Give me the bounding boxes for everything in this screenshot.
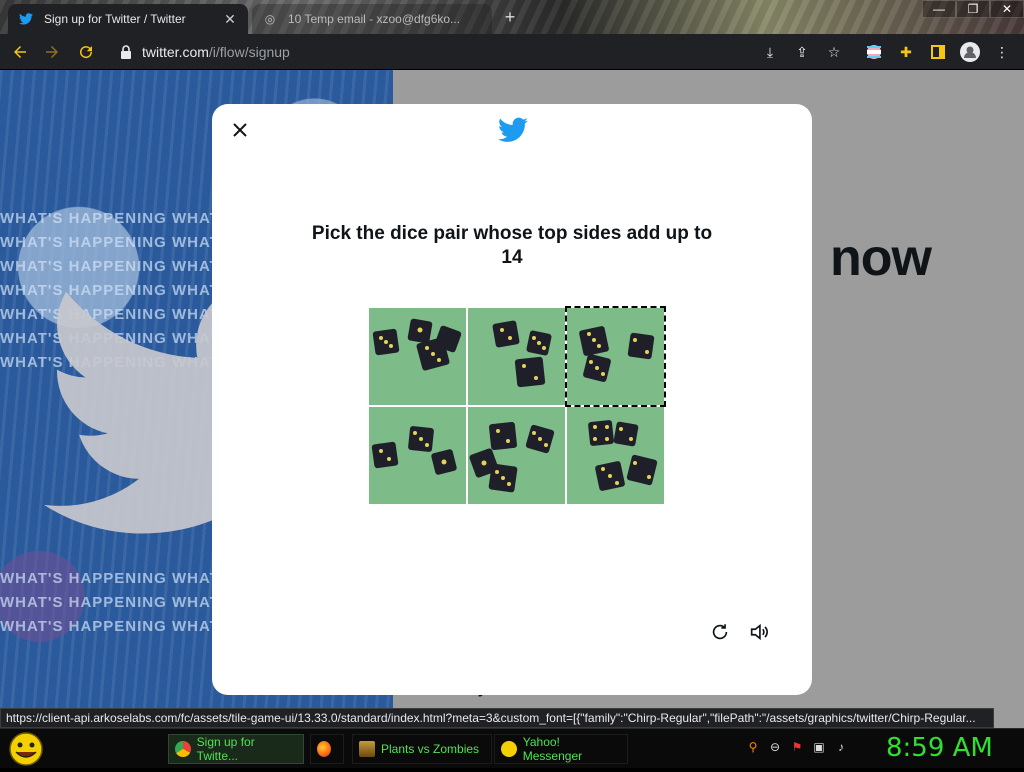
browser-toolbar: twitter.com/i/flow/signup ⤓ ⇪ ☆ ✚ ⋮ — [0, 34, 1024, 70]
twitter-favicon-icon — [18, 11, 34, 27]
profile-avatar-icon[interactable] — [960, 42, 980, 62]
puzzle-extensions-icon[interactable]: ✚ — [896, 42, 916, 62]
tab-temp-email[interactable]: ◎ 10 Temp email - xzoo@dfg6ko... — [252, 4, 492, 34]
captcha-prompt: Pick the dice pair whose top sides add u… — [311, 223, 713, 268]
yahoo-messenger-icon — [501, 741, 517, 757]
dice-image — [468, 308, 565, 405]
taskbar-item-yahoo-messenger[interactable]: Yahoo! Messenger — [494, 734, 628, 764]
firefox-icon — [317, 741, 331, 757]
captcha-audio-button[interactable] — [748, 621, 772, 645]
dice-tile-2[interactable] — [468, 308, 565, 405]
install-icon[interactable]: ⤓ — [760, 42, 780, 62]
url-text: twitter.com/i/flow/signup — [142, 44, 290, 60]
smiley-start-icon — [9, 732, 43, 766]
start-button[interactable] — [6, 731, 46, 767]
share-icon[interactable]: ⇪ — [792, 42, 812, 62]
taskbar-item-label: Plants vs Zombies — [381, 742, 480, 756]
extension-flag-icon[interactable] — [864, 42, 884, 62]
taskbar-item-firefox[interactable] — [310, 734, 344, 764]
reload-page-icon[interactable] — [74, 40, 98, 64]
close-window-button[interactable]: ✕ — [990, 0, 1024, 18]
dice-image — [369, 308, 466, 405]
kebab-menu-icon[interactable]: ⋮ — [992, 42, 1012, 62]
maximize-button[interactable]: ❐ — [956, 0, 990, 18]
close-icon — [233, 123, 247, 137]
dice-tile-5[interactable] — [468, 407, 565, 504]
bookmark-star-icon[interactable]: ☆ — [824, 42, 844, 62]
taskbar-item-chrome[interactable]: Sign up for Twitte... — [168, 734, 304, 764]
dice-image — [567, 308, 664, 405]
page-headline: now — [830, 229, 932, 287]
search-icon[interactable]: ⚲ — [745, 739, 761, 755]
tab-strip: Sign up for Twitter / Twitter ✕ ◎ 10 Tem… — [0, 0, 1024, 34]
address-bar[interactable]: twitter.com/i/flow/signup — [108, 38, 848, 66]
lock-icon — [121, 45, 131, 59]
url-host: twitter.com — [142, 44, 209, 60]
tab-title: 10 Temp email - xzoo@dfg6ko... — [288, 12, 461, 26]
new-tab-button[interactable]: + — [500, 7, 520, 27]
flag-icon[interactable]: ⚑ — [789, 739, 805, 755]
taskbar: Sign up for Twitte... Plants vs Zombies … — [0, 728, 1024, 768]
captcha-reload-button[interactable] — [709, 621, 733, 645]
window-controls: — ❐ ✕ — [922, 0, 1024, 18]
volume-icon[interactable]: ♪ — [833, 739, 849, 755]
dice-image — [468, 407, 565, 504]
speaker-icon — [750, 623, 768, 641]
dice-tile-1[interactable] — [369, 308, 466, 405]
dice-image — [369, 407, 466, 504]
system-tray: ⚲ ⊖ ⚑ ▣ ♪ — [745, 739, 849, 755]
taskbar-item-label: Sign up for Twitte... — [196, 735, 255, 763]
tab-twitter-signup[interactable]: Sign up for Twitter / Twitter ✕ — [8, 4, 248, 34]
globe-icon: ◎ — [264, 12, 276, 26]
dice-tile-3[interactable] — [565, 306, 666, 407]
close-modal-button[interactable] — [228, 118, 252, 142]
tab-title: Sign up for Twitter / Twitter — [44, 12, 186, 26]
twitter-bird-icon — [498, 117, 528, 142]
minus-circle-icon[interactable]: ⊖ — [767, 739, 783, 755]
chrome-icon — [175, 741, 191, 757]
dice-tile-grid — [369, 306, 666, 506]
minimize-button[interactable]: — — [922, 0, 956, 18]
dice-image — [567, 407, 664, 504]
taskbar-clock[interactable]: 8:59 AM — [886, 733, 993, 763]
taskbar-item-plants-vs-zombies[interactable]: Plants vs Zombies — [352, 734, 492, 764]
reload-icon — [712, 624, 728, 640]
side-panel-icon[interactable] — [928, 42, 948, 62]
url-path: /i/flow/signup — [208, 44, 290, 60]
tab-close-icon[interactable]: ✕ — [222, 11, 238, 27]
back-arrow-icon[interactable] — [8, 40, 32, 64]
dice-tile-4[interactable] — [369, 407, 466, 504]
network-icon[interactable]: ▣ — [811, 739, 827, 755]
dice-tile-6[interactable] — [567, 407, 664, 504]
link-status-bar: https://client-api.arkoselabs.com/fc/ass… — [0, 708, 994, 728]
taskbar-item-label: Yahoo! Messenger — [522, 735, 583, 763]
forward-arrow-icon[interactable] — [40, 40, 64, 64]
plants-vs-zombies-icon — [359, 741, 375, 757]
captcha-modal: Pick the dice pair whose top sides add u… — [212, 104, 812, 695]
